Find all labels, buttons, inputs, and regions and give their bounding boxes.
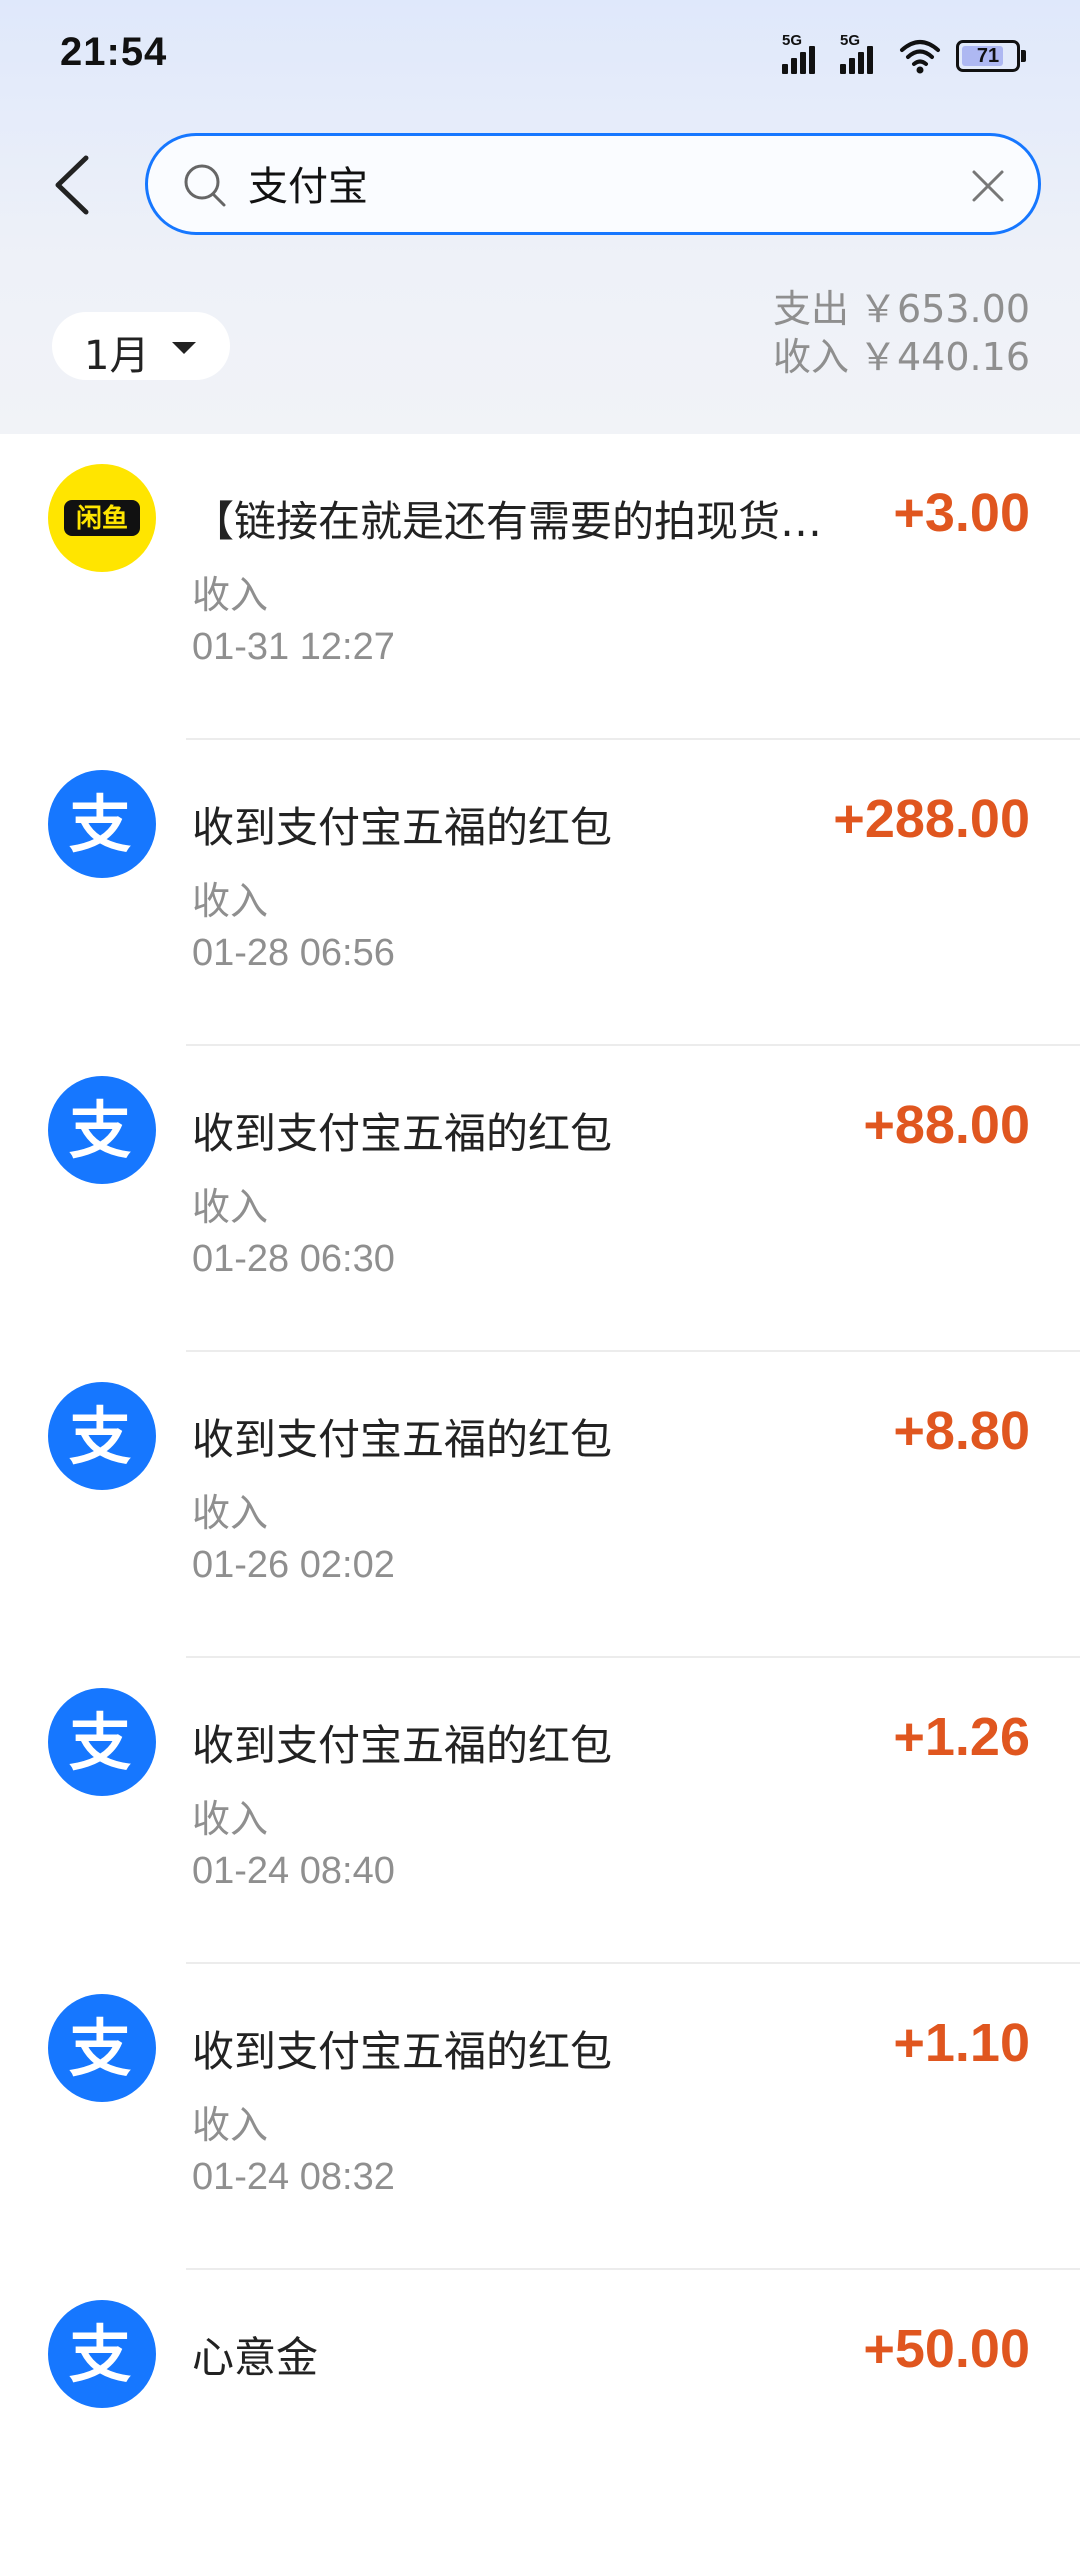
transaction-type: 收入 bbox=[192, 573, 269, 617]
month-label: 1月 bbox=[84, 333, 150, 379]
svg-text:支: 支 bbox=[69, 2012, 131, 2085]
transaction-title: 收到支付宝五福的红包 bbox=[192, 1109, 613, 1158]
income-total: 收入 ￥440.16 bbox=[763, 333, 1030, 381]
signal-label: 5G bbox=[840, 32, 861, 49]
income-label: 收入 bbox=[773, 335, 850, 379]
transaction-amount: +288.00 bbox=[833, 789, 1030, 849]
transaction-type: 收入 bbox=[192, 1491, 269, 1535]
signal-icon-sim2: 5G bbox=[840, 32, 884, 76]
search-icon bbox=[184, 164, 226, 207]
alipay-logo-icon: 支 bbox=[48, 2300, 156, 2408]
transaction-amount: +88.00 bbox=[863, 1095, 1030, 1155]
battery-level: 71 bbox=[976, 44, 1000, 67]
status-icons: 5G 5G 71 bbox=[782, 32, 1026, 76]
svg-text:闲鱼: 闲鱼 bbox=[76, 504, 128, 534]
monthly-totals: 支出 ￥653.00 收入 ￥440.16 bbox=[763, 285, 1030, 381]
month-filter-button[interactable]: 1月 bbox=[52, 312, 230, 380]
alipay-logo-icon: 支 bbox=[48, 1076, 156, 1184]
transaction-amount: +3.00 bbox=[893, 483, 1030, 543]
transaction-title: 收到支付宝五福的红包 bbox=[192, 2027, 613, 2076]
transaction-amount: +50.00 bbox=[863, 2319, 1030, 2379]
signal-icon-sim1: 5G bbox=[782, 32, 826, 76]
back-arrow-icon[interactable] bbox=[48, 150, 98, 220]
svg-text:支: 支 bbox=[69, 1706, 131, 1779]
expense-label: 支出 bbox=[773, 287, 850, 331]
transaction-amount: +1.10 bbox=[893, 2013, 1030, 2073]
transaction-type: 收入 bbox=[192, 2103, 269, 2147]
search-box[interactable] bbox=[145, 133, 1041, 235]
clear-icon[interactable] bbox=[968, 166, 1008, 206]
transaction-title: 心意金 bbox=[192, 2333, 319, 2382]
expense-total: 支出 ￥653.00 bbox=[763, 285, 1030, 333]
transaction-title: 【链接在就是还有需要的拍现货… bbox=[192, 497, 823, 546]
alipay-logo-icon: 支 bbox=[48, 770, 156, 878]
wifi-icon bbox=[900, 40, 940, 74]
transaction-time: 01-31 12:27 bbox=[192, 626, 395, 668]
transaction-type: 收入 bbox=[192, 1797, 269, 1841]
transaction-title: 收到支付宝五福的红包 bbox=[192, 1415, 613, 1464]
alipay-logo-icon: 支 bbox=[48, 1688, 156, 1796]
battery-icon: 71 bbox=[956, 40, 1026, 72]
income-value: ￥440.16 bbox=[859, 335, 1030, 379]
alipay-logo-icon: 支 bbox=[48, 1382, 156, 1490]
transaction-time: 01-26 02:02 bbox=[192, 1544, 395, 1586]
transaction-item[interactable]: 支 收到支付宝五福的红包 +288.00 收入 01-28 06:56 bbox=[0, 740, 1080, 1046]
svg-text:支: 支 bbox=[69, 2318, 131, 2391]
transaction-list: 闲鱼 【链接在就是还有需要的拍现货… +3.00 收入 01-31 12:27 … bbox=[0, 434, 1080, 2576]
transaction-item[interactable]: 支 收到支付宝五福的红包 +88.00 收入 01-28 06:30 bbox=[0, 1046, 1080, 1352]
transaction-amount: +1.26 bbox=[893, 1707, 1030, 1767]
transaction-title: 收到支付宝五福的红包 bbox=[192, 1721, 613, 1770]
transaction-type: 收入 bbox=[192, 1185, 269, 1229]
status-bar: 21:54 5G 5G 71 bbox=[0, 0, 1080, 110]
transaction-type: 收入 bbox=[192, 879, 269, 923]
expense-value: ￥653.00 bbox=[859, 287, 1030, 331]
xianyu-logo-icon: 闲鱼 bbox=[48, 464, 156, 572]
transaction-item[interactable]: 支 收到支付宝五福的红包 +1.10 收入 01-24 08:32 bbox=[0, 1964, 1080, 2270]
transaction-time: 01-24 08:40 bbox=[192, 1850, 395, 1892]
alipay-logo-icon: 支 bbox=[48, 1994, 156, 2102]
transaction-item[interactable]: 支 收到支付宝五福的红包 +8.80 收入 01-26 02:02 bbox=[0, 1352, 1080, 1658]
transaction-time: 01-28 06:30 bbox=[192, 1238, 395, 1280]
svg-text:支: 支 bbox=[69, 1400, 131, 1473]
status-time: 21:54 bbox=[60, 30, 168, 74]
svg-text:支: 支 bbox=[69, 788, 131, 861]
transaction-time: 01-24 08:32 bbox=[192, 2156, 395, 2198]
search-input[interactable] bbox=[248, 160, 888, 206]
transaction-item[interactable]: 支 收到支付宝五福的红包 +1.26 收入 01-24 08:40 bbox=[0, 1658, 1080, 1964]
svg-text:支: 支 bbox=[69, 1094, 131, 1167]
signal-label: 5G bbox=[782, 32, 803, 49]
caret-down-icon bbox=[172, 342, 196, 354]
transaction-item[interactable]: 闲鱼 【链接在就是还有需要的拍现货… +3.00 收入 01-31 12:27 bbox=[0, 434, 1080, 740]
transaction-item[interactable]: 支 心意金 +50.00 bbox=[0, 2270, 1080, 2576]
transaction-time: 01-28 06:56 bbox=[192, 932, 395, 974]
transaction-title: 收到支付宝五福的红包 bbox=[192, 803, 613, 852]
transaction-amount: +8.80 bbox=[893, 1401, 1030, 1461]
